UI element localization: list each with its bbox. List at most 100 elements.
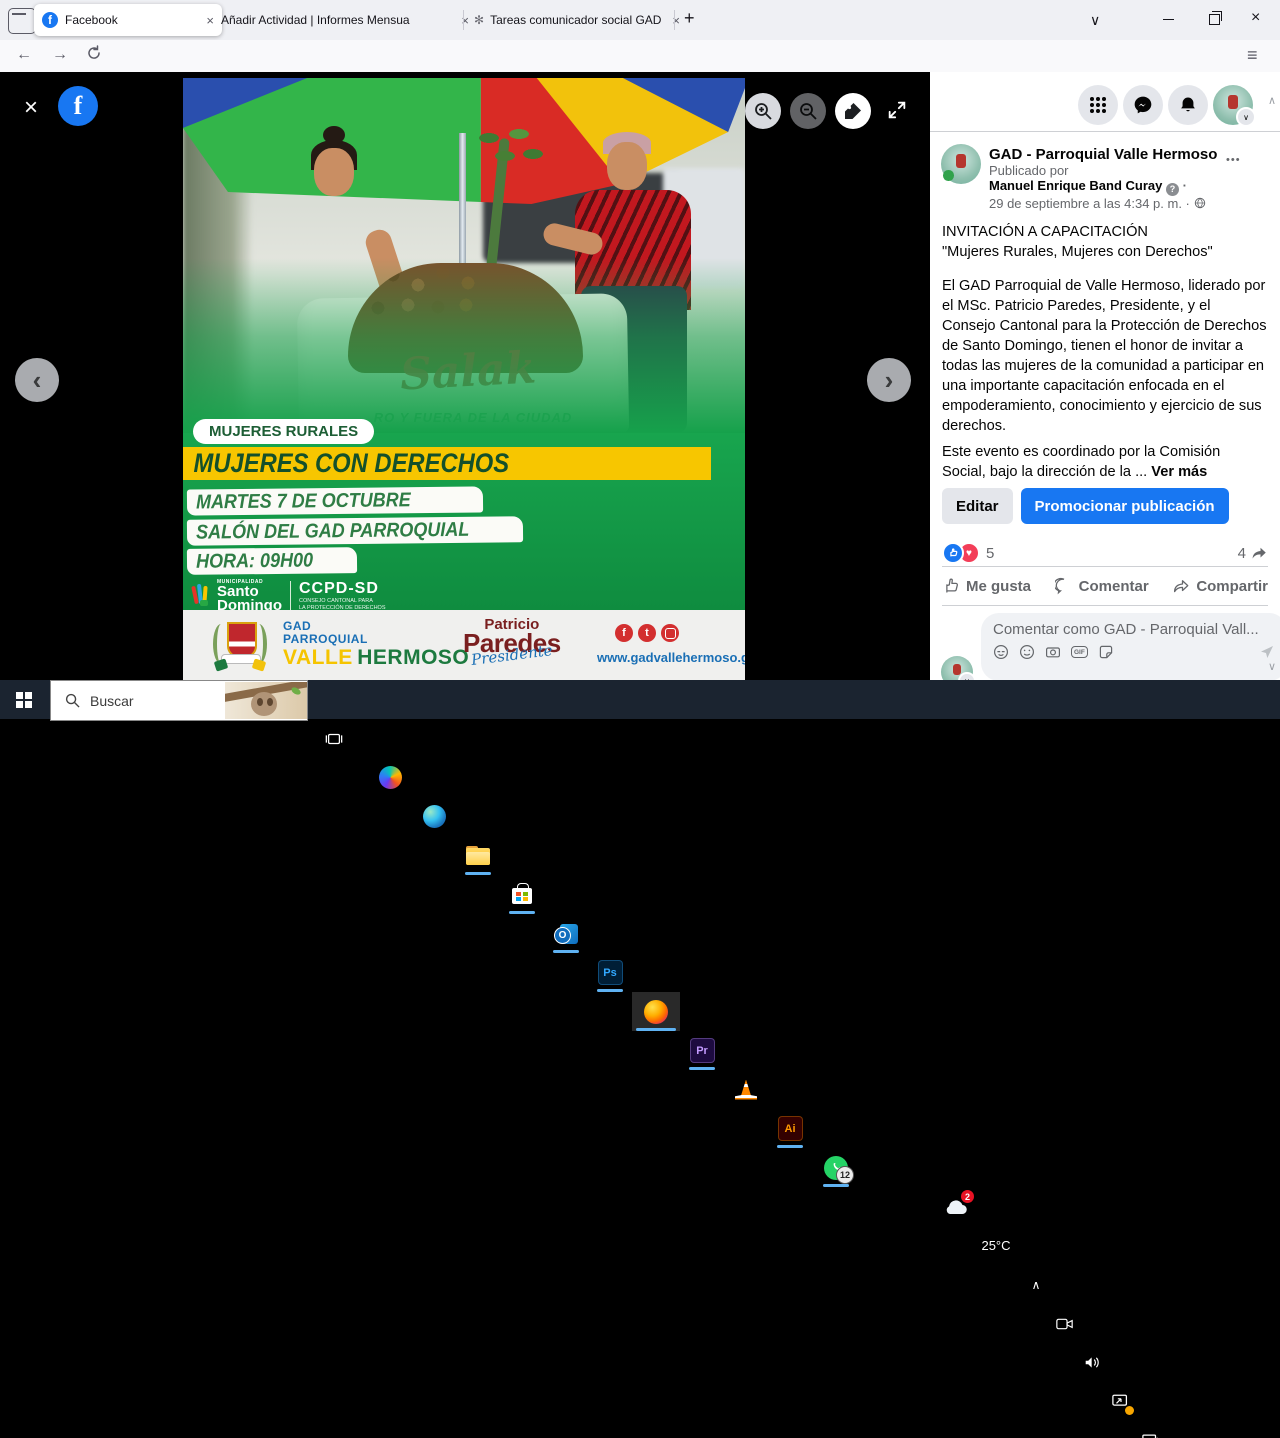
thumbs-up-icon [942,577,960,595]
publisher-name[interactable]: Manuel Enrique Band Curay ? · [989,178,1229,196]
scroll-up-arrow[interactable]: ∧ [1268,94,1276,107]
tab-informes[interactable]: Añadir Actividad | Informes Mensua × [213,4,477,36]
reaction-count[interactable]: 5 [986,545,994,562]
reload-icon[interactable] [86,45,102,61]
fullscreen-icon[interactable] [886,99,908,121]
post-more-options-icon[interactable]: ••• [1226,154,1241,166]
temperature-label[interactable]: 25°C [974,1226,1018,1265]
page-name[interactable]: GAD - Parroquial Valle Hermoso [989,146,1229,163]
composer-placeholder[interactable]: Comentar como GAD - Parroquial Vall... [993,621,1275,638]
post-date[interactable]: 29 de septiembre a las 4:34 p. m. · [989,196,1229,211]
facebook-logo[interactable]: f [58,86,98,126]
file-explorer-button[interactable] [456,836,500,875]
remote-session-icon[interactable] [1106,1382,1136,1421]
promote-post-button[interactable]: Promocionar publicación [1021,488,1229,524]
network-icon[interactable] [1136,1421,1166,1438]
weather-icon[interactable]: 2 [938,1187,974,1226]
comment-bubble-icon [1055,577,1073,595]
send-icon[interactable] [1259,644,1275,660]
post-photo-poster[interactable]: Salak RO Y FUERA DE LA CIUDAD MUJERES RU… [183,78,745,680]
ccpd-label: CCPD-SD [299,580,386,598]
hair-bun [323,126,345,144]
apps-grid-icon[interactable] [1078,85,1118,125]
illustrator-button[interactable]: Ai [768,1109,812,1148]
tag-photo-icon[interactable] [835,93,871,129]
tab-tareas[interactable]: ✻ Tareas comunicador social GAD × [466,4,688,36]
tray-chevron-icon[interactable]: ∧ [1024,1265,1048,1304]
facebook-header-icons: ∨ [1078,85,1253,125]
profile-avatar[interactable]: ∨ [1213,85,1253,125]
task-view-button[interactable] [312,719,356,758]
share-count[interactable]: 4 [1238,545,1246,562]
browser-nav-bar: ← → www.facebook.com/photo/?fbid=6813521… [0,40,1280,73]
whatsapp-button[interactable]: 12 [812,1148,860,1187]
like-button[interactable]: Me gusta [942,577,1031,595]
camera-icon[interactable] [1045,644,1061,660]
page-avatar[interactable] [941,144,981,184]
municipio-logo-text: MUNICIPALIDAD Santo Domingo [217,579,282,613]
open-indicator [823,1184,849,1187]
facebook-icon: f [615,624,633,642]
face [314,148,354,196]
edge-button[interactable] [412,797,456,836]
poster-social-icons: f t [615,624,679,642]
comment-composer[interactable]: Comentar como GAD - Parroquial Vall... G… [981,613,1280,681]
volume-icon[interactable] [1078,1343,1106,1382]
like-reaction-icon[interactable] [942,542,964,564]
restore-window-button[interactable] [1209,14,1220,25]
next-photo-button[interactable]: › [867,358,911,402]
tab-facebook[interactable]: f Facebook × [34,4,222,36]
forward-icon[interactable]: → [52,46,68,64]
zoom-in-icon[interactable] [745,93,781,129]
valle-label: VALLE [283,646,353,669]
tab-separator [674,10,675,30]
taskbar-search[interactable]: Buscar [50,680,308,721]
reactions-row: ♥ 5 4 [942,542,1268,564]
comment-button[interactable]: Comentar [1055,577,1149,595]
emoji-icon[interactable] [1019,644,1035,660]
copilot-button[interactable] [368,758,412,797]
open-indicator [597,989,623,992]
photoshop-button[interactable]: Ps [588,953,632,992]
gad-valle-hermoso-logotext: GAD PARROQUIAL VALLE HERMOSO [283,620,469,670]
photoshop-icon: Ps [598,960,623,985]
date-text: 29 de septiembre a las 4:34 p. m. · [989,196,1190,211]
tab-title: Facebook [65,13,118,27]
question-badge-icon[interactable]: ? [1166,183,1179,196]
share-button[interactable]: Compartir [1172,577,1268,595]
previous-photo-button[interactable]: ‹ [15,358,59,402]
see-more-link[interactable]: Ver más [1151,464,1207,480]
sticker-icon[interactable] [1098,644,1114,660]
microsoft-store-button[interactable] [500,875,544,914]
messenger-icon[interactable] [1123,85,1163,125]
meet-now-icon[interactable] [1050,1304,1078,1343]
minimize-button[interactable] [1163,19,1174,20]
premiere-button[interactable]: Pr [680,1031,724,1070]
post-text-p2: El GAD Parroquial de Valle Hermoso, lide… [942,276,1268,436]
like-label: Me gusta [966,578,1031,595]
list-tabs-chevron-icon[interactable]: ∨ [1090,12,1100,29]
back-icon[interactable]: ← [16,46,32,64]
firefox-button-active[interactable] [632,992,680,1031]
new-tab-button[interactable]: + [684,8,695,29]
search-image-sloth [225,682,307,719]
edit-button[interactable]: Editar [942,488,1013,524]
menu-hamburger-icon[interactable]: ≡ [1247,45,1258,66]
post-header: GAD - Parroquial Valle Hermoso Publicado… [989,146,1229,211]
poster-badge: MUJERES RURALES [193,419,374,444]
vlc-button[interactable] [724,1070,768,1109]
tab-close-icon[interactable]: × [200,13,214,28]
zoom-out-icon[interactable] [790,93,826,129]
close-window-button[interactable]: × [1251,9,1260,27]
gif-icon[interactable]: GIF [1071,646,1088,658]
windows-taskbar: Buscar O Ps Pr [0,680,1280,719]
start-button[interactable] [0,680,48,719]
close-viewer-icon[interactable]: × [24,94,38,122]
avatar-sticker-icon[interactable] [993,644,1009,660]
scroll-down-arrow[interactable]: ∨ [1268,660,1276,673]
notifications-bell-icon[interactable] [1168,85,1208,125]
firefox-view-icon[interactable] [8,8,36,34]
instagram-icon [661,624,679,642]
tab-title: Tareas comunicador social GAD [490,13,661,27]
outlook-button[interactable]: O [544,914,588,953]
